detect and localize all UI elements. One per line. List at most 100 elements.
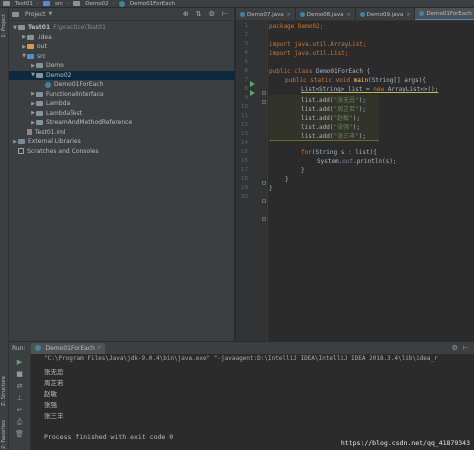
tree-item[interactable]: ▼ Test01 F:\practice\Test01 [12,23,106,33]
close-icon[interactable]: × [406,12,410,18]
stop-icon[interactable]: ■ [15,370,24,378]
tree-item[interactable]: Scratches and Consoles [12,147,99,157]
line-number: 11 [241,113,248,119]
favorites-tool-button[interactable]: 2: Favorites [1,420,7,449]
editor-tab[interactable]: Demo07.java × [236,8,296,20]
tree-item-label: LambdaTest [46,109,82,117]
tree-item-path: F:\practice\Test01 [53,24,106,32]
project-tool-button[interactable]: 1: Project [1,14,7,38]
tree-item[interactable]: Demo01ForEach [39,80,103,90]
fold-icon[interactable] [262,199,266,203]
tree-item[interactable]: ▶ External Libraries [12,137,81,147]
collapse-icon[interactable]: ⇅ [196,10,202,18]
code-line: import java.util.ArrayList; [269,41,367,48]
project-panel-title[interactable]: Project [25,11,46,18]
tree-item[interactable]: ▶ FunctionalInterface [30,90,104,100]
folder-icon [36,110,43,116]
chevron-down-icon[interactable]: ▼ [49,11,53,17]
rerun-icon[interactable]: ▶ [15,358,24,366]
tree-item-label: .idea [37,33,52,41]
tree-item[interactable]: ▼ Demo02 [9,70,235,80]
code-line: } [269,185,273,192]
tree-item[interactable]: ▶ Lambda [30,99,70,109]
folder-icon [36,91,43,97]
run-tab[interactable]: Demo01ForEach × [30,342,106,354]
code-line: } [301,167,305,174]
gear-icon[interactable]: ⚙ [452,344,458,352]
breadcrumb-src[interactable]: src [43,1,63,7]
console-line: 张强 [44,401,57,409]
editor-gutter: 1 2 3 4 5 6 7 8 9 10 11 12 13 14 15 16 17 18 19 20 [236,21,268,341]
folder-icon [43,1,51,6]
tree-item[interactable]: ▶ Demo [30,61,64,71]
excluded-folder-icon [27,44,34,50]
print-icon[interactable]: ⎙ [15,418,24,426]
tree-item[interactable]: ▶ StreamAndMethodReference [30,118,132,128]
tree-item-label: Lambda [46,100,71,108]
gear-icon[interactable]: ⚙ [209,10,215,18]
editor-tabs: Demo07.java × Demo08.java × Demo09.java × Demo… [236,8,474,21]
close-icon[interactable]: × [287,12,291,18]
tree-item[interactable]: ▶ out [21,42,47,52]
tree-item-label: Test01.iml [35,128,66,136]
locate-icon[interactable]: ⊕ [183,10,189,18]
line-number: 4 [244,50,249,56]
class-icon [299,12,305,17]
close-icon[interactable]: × [97,345,101,351]
run-label: Run: [12,344,26,352]
tree-item[interactable]: ▼ src [21,52,46,62]
fold-icon[interactable] [262,100,266,104]
run-class-icon[interactable] [250,81,255,87]
pin-icon[interactable]: ⊥ [15,394,24,402]
console-line: 张三丰 [44,412,64,420]
tree-item-label: Scratches and Consoles [27,147,99,155]
class-icon [34,345,41,351]
fold-icon[interactable] [262,181,266,185]
tree-item[interactable]: Test01.iml [21,128,66,138]
line-number: 13 [241,131,248,137]
structure-tool-button[interactable]: Z: Structure [1,376,7,406]
console-line: 赵敏 [44,390,57,398]
hide-icon[interactable]: ⊢ [463,344,474,352]
code-line: list.add("张三丰"); [269,131,379,141]
close-icon[interactable]: × [346,12,350,18]
left-tool-strip: 1: Project Z: Structure 2: Favorites [0,8,9,450]
delete-icon[interactable]: 🗑 [15,430,24,438]
editor-tab-label: Demo07.java [247,11,284,18]
editor-tab-label: Demo09.java [366,11,404,18]
hide-icon[interactable]: ⊢ [222,10,228,18]
class-icon [419,11,425,16]
file-icon [27,129,32,136]
library-icon [18,139,25,145]
editor-tab[interactable]: Demo09.java × [356,8,416,20]
editor-tab[interactable]: Demo08.java × [296,8,356,20]
tree-item[interactable]: ▶ .idea [21,33,52,43]
folder-icon [36,120,43,126]
fold-icon[interactable] [262,217,266,221]
run-main-icon[interactable] [250,90,255,96]
breadcrumb-project[interactable]: Test01 [3,1,33,7]
breadcrumb-separator: › [36,0,40,7]
fold-icon[interactable] [262,91,266,95]
breadcrumb-class[interactable]: Demo01ForEach [118,0,175,7]
console-command: "C:\Program Files\Java\jdk-9.0.4\bin\jav… [44,355,438,362]
console-output[interactable]: "C:\Program Files\Java\jdk-9.0.4\bin\jav… [32,354,474,450]
run-toolbar: ▶ ■ ⇄ ⊥ ↵ ⎙ 🗑 [9,354,31,450]
tree-item[interactable]: ▶ LambdaTest [30,109,82,119]
tree-item-label: StreamAndMethodReference [46,119,133,127]
editor-tab[interactable]: Demo01ForEach× [415,8,474,20]
code-line: List<String> list = new ArrayList<>(); [301,86,439,93]
soft-wrap-icon[interactable]: ↵ [15,406,24,414]
line-number: 19 [241,185,248,191]
project-panel-header: Project ▼ ⊕ ⇅ ⚙ ⊢ [9,8,234,21]
line-number: 6 [244,68,249,74]
class-icon [118,0,125,7]
code-editor[interactable]: package Demo02; import java.util.ArrayLi… [269,21,474,341]
folder-icon [36,101,43,107]
console-line: 周芷若 [44,379,64,387]
breadcrumb-package[interactable]: Demo02 [73,1,109,7]
tree-item-label: out [37,43,47,51]
code-line: import java.util.List; [269,50,349,57]
restore-layout-icon[interactable]: ⇄ [15,382,24,390]
project-panel: Project ▼ ⊕ ⇅ ⚙ ⊢ ▼ Test01 F:\practice\Tes… [9,8,235,341]
